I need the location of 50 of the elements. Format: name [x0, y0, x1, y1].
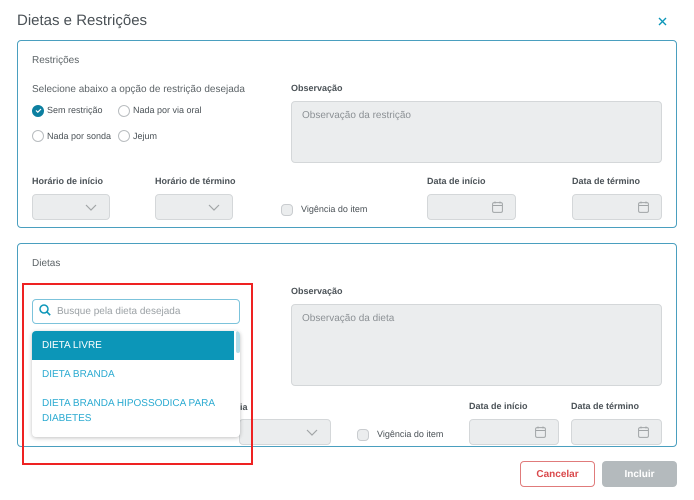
prompt-text: Selecione abaixo a opção de restrição desejada: [32, 83, 245, 97]
chevron-down-icon: [85, 204, 97, 210]
checkbox-label: Vigência do item: [377, 428, 444, 442]
calendar-icon: [535, 426, 546, 438]
scrollbar-thumb[interactable]: [236, 331, 240, 353]
select-field[interactable]: [239, 419, 331, 445]
dropdown-option[interactable]: DIETA LIVRE: [32, 331, 234, 360]
select-field[interactable]: [32, 194, 110, 220]
close-icon[interactable]: [658, 16, 667, 26]
search-field[interactable]: Busque pela dieta desejada: [32, 299, 240, 324]
field-label: Data de início: [469, 400, 529, 412]
radio-button[interactable]: [118, 104, 130, 117]
check-icon: [34, 108, 42, 114]
field-label: Data de término: [572, 174, 642, 188]
radio-label: Nada por via oral: [133, 104, 202, 117]
radio-label: Nada por sonda: [47, 130, 112, 143]
panel-title: Restrições: [32, 54, 80, 68]
date-field[interactable]: [427, 194, 516, 220]
checkbox[interactable]: [281, 204, 293, 216]
field-label: Observação: [291, 285, 344, 298]
chevron-down-icon: [306, 428, 318, 436]
calendar-icon: [492, 201, 503, 213]
observation-field[interactable]: Observação da dieta: [291, 304, 662, 386]
cancel-button[interactable]: Cancelar: [520, 461, 595, 487]
panel-title: Dietas: [32, 257, 62, 271]
radio-button[interactable]: [32, 104, 44, 117]
dropdown-option[interactable]: DIETA BRANDA HIPOSSODICA PARA DIABETES: [32, 389, 234, 433]
date-field[interactable]: [571, 419, 662, 445]
chevron-down-icon: [208, 204, 220, 210]
search-icon: [39, 304, 51, 316]
radio-button[interactable]: [118, 130, 130, 142]
field-label: ia: [239, 400, 249, 414]
select-field[interactable]: [155, 194, 233, 220]
radio-label: Sem restrição: [47, 104, 103, 117]
field-label: Data de término: [571, 400, 640, 412]
field-label: Observação: [291, 82, 344, 95]
checkbox[interactable]: [357, 429, 369, 441]
field-label: Horário de término: [155, 174, 237, 188]
dialog-title: Dietas e Restrições: [17, 10, 148, 31]
dropdown-option[interactable]: DIETA BRANDA: [32, 360, 234, 389]
checkbox-label: Vigência do item: [301, 203, 368, 216]
date-field[interactable]: [572, 194, 662, 220]
observation-field[interactable]: Observação da restrição: [291, 100, 662, 162]
date-field[interactable]: [469, 419, 559, 445]
calendar-icon: [638, 426, 649, 438]
radio-button[interactable]: [32, 130, 44, 142]
field-label: Data de início: [427, 174, 487, 188]
radio-label: Jejum: [133, 130, 158, 143]
field-label: Horário de início: [32, 174, 104, 188]
calendar-icon: [638, 201, 649, 213]
